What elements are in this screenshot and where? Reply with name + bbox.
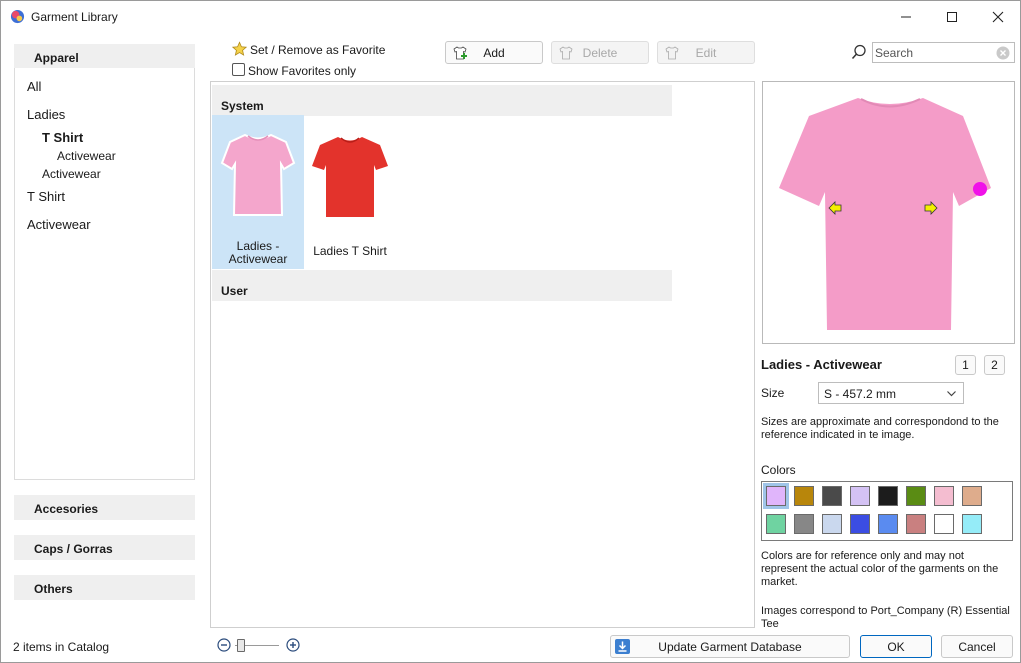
color-swatch[interactable] [766, 486, 786, 506]
cancel-button[interactable]: Cancel [941, 635, 1013, 658]
search-field[interactable] [872, 42, 1015, 63]
set-favorite-button[interactable]: Set / Remove as Favorite [250, 43, 385, 57]
color-swatch[interactable] [934, 514, 954, 534]
red-tshirt-thumbnail [312, 137, 388, 217]
close-icon [992, 11, 1004, 22]
color-swatch[interactable] [934, 486, 954, 506]
color-palette [761, 481, 1013, 541]
color-swatch[interactable] [794, 486, 814, 506]
tree-item-tshirt[interactable]: T Shirt [27, 189, 65, 204]
edit-garment-icon [665, 46, 679, 60]
catalog-grid: System Ladies - Activewear Ladies T Shir… [210, 81, 755, 628]
image-note: Images correspond to Port_Company (R) Es… [761, 605, 1010, 627]
catalog-item-ladies-activewear[interactable]: Ladies - Activewear [212, 115, 304, 269]
ok-button[interactable]: OK [860, 635, 932, 658]
search-input[interactable] [873, 43, 991, 62]
catalog-item-ladies-tshirt[interactable]: Ladies T Shirt [304, 115, 396, 269]
minimize-button[interactable] [883, 1, 929, 32]
window-title: Garment Library [31, 10, 118, 24]
garment-preview-image [779, 98, 991, 330]
garment-preview [762, 81, 1015, 344]
clear-search-icon[interactable] [996, 46, 1010, 60]
tree-item-ladies-tshirt-activewear[interactable]: Activewear [57, 149, 116, 163]
tree-item-activewear[interactable]: Activewear [27, 217, 91, 232]
zoom-out-icon[interactable] [217, 638, 231, 652]
add-button[interactable]: Add [445, 41, 543, 64]
color-swatch[interactable] [822, 514, 842, 534]
show-favorites-label: Show Favorites only [248, 64, 357, 78]
tree-item-ladies-tshirt[interactable]: T Shirt [42, 130, 83, 145]
app-icon [10, 9, 25, 24]
size-note: Sizes are approximate and correspondond … [761, 416, 999, 441]
pink-tshirt-thumbnail [220, 133, 296, 216]
catalog-item-label: Ladies - Activewear [228, 239, 288, 266]
tree-item-ladies-activewear[interactable]: Activewear [42, 167, 101, 181]
garment-name: Ladies - Activewear [761, 357, 882, 372]
close-button[interactable] [975, 1, 1021, 32]
section-caps-gorras[interactable]: Caps / Gorras [14, 535, 195, 560]
color-swatch[interactable] [822, 486, 842, 506]
color-note: Colors are for reference only and may no… [761, 550, 999, 588]
size-label: Size [761, 386, 785, 400]
view-2-button[interactable]: 2 [984, 355, 1005, 375]
color-swatch[interactable] [878, 514, 898, 534]
group-user: User [212, 270, 672, 301]
color-swatch[interactable] [906, 514, 926, 534]
search-icon [851, 44, 866, 59]
colors-label: Colors [761, 463, 796, 477]
color-swatch[interactable] [850, 486, 870, 506]
section-accesories[interactable]: Accesories [14, 495, 195, 520]
category-tree: All Ladies T Shirt Activewear Activewear… [14, 68, 195, 480]
color-swatch[interactable] [766, 514, 786, 534]
garment-library-window: Garment Library Apparel All Ladies T Shi… [0, 0, 1021, 663]
color-swatch[interactable] [850, 514, 870, 534]
edit-label: Edit [695, 45, 717, 60]
size-value: S - 457.2 mm [824, 387, 897, 401]
zoom-slider-handle[interactable] [237, 639, 245, 652]
show-favorites-checkbox[interactable] [232, 63, 245, 76]
delete-button[interactable]: Delete [551, 41, 649, 64]
maximize-icon [947, 11, 957, 22]
color-swatch[interactable] [962, 514, 982, 534]
delete-label: Delete [582, 45, 618, 60]
tree-item-all[interactable]: All [27, 79, 41, 94]
color-swatch[interactable] [962, 486, 982, 506]
tree-item-ladies[interactable]: Ladies [27, 107, 65, 122]
color-swatch[interactable] [878, 486, 898, 506]
star-icon[interactable] [231, 41, 248, 57]
minimize-icon [901, 16, 911, 17]
size-dropdown[interactable]: S - 457.2 mm [818, 382, 964, 404]
update-database-button[interactable]: Update Garment Database [610, 635, 850, 658]
color-swatch[interactable] [906, 486, 926, 506]
apparel-header[interactable]: Apparel [14, 44, 195, 69]
section-others[interactable]: Others [14, 575, 195, 600]
download-database-icon [615, 639, 630, 654]
items-count: 2 items in Catalog [13, 640, 110, 654]
group-system: System [212, 85, 672, 116]
zoom-in-icon[interactable] [286, 638, 300, 652]
view-1-button[interactable]: 1 [955, 355, 976, 375]
maximize-button[interactable] [929, 1, 975, 32]
edit-button[interactable]: Edit [657, 41, 755, 64]
delete-garment-icon [559, 46, 573, 60]
title-bar: Garment Library [1, 1, 1020, 32]
update-database-label: Update Garment Database [658, 639, 802, 654]
chevron-down-icon [947, 391, 956, 397]
add-garment-icon [453, 46, 467, 60]
color-swatch[interactable] [794, 514, 814, 534]
catalog-item-label: Ladies T Shirt [313, 244, 387, 258]
add-label: Add [483, 45, 505, 60]
